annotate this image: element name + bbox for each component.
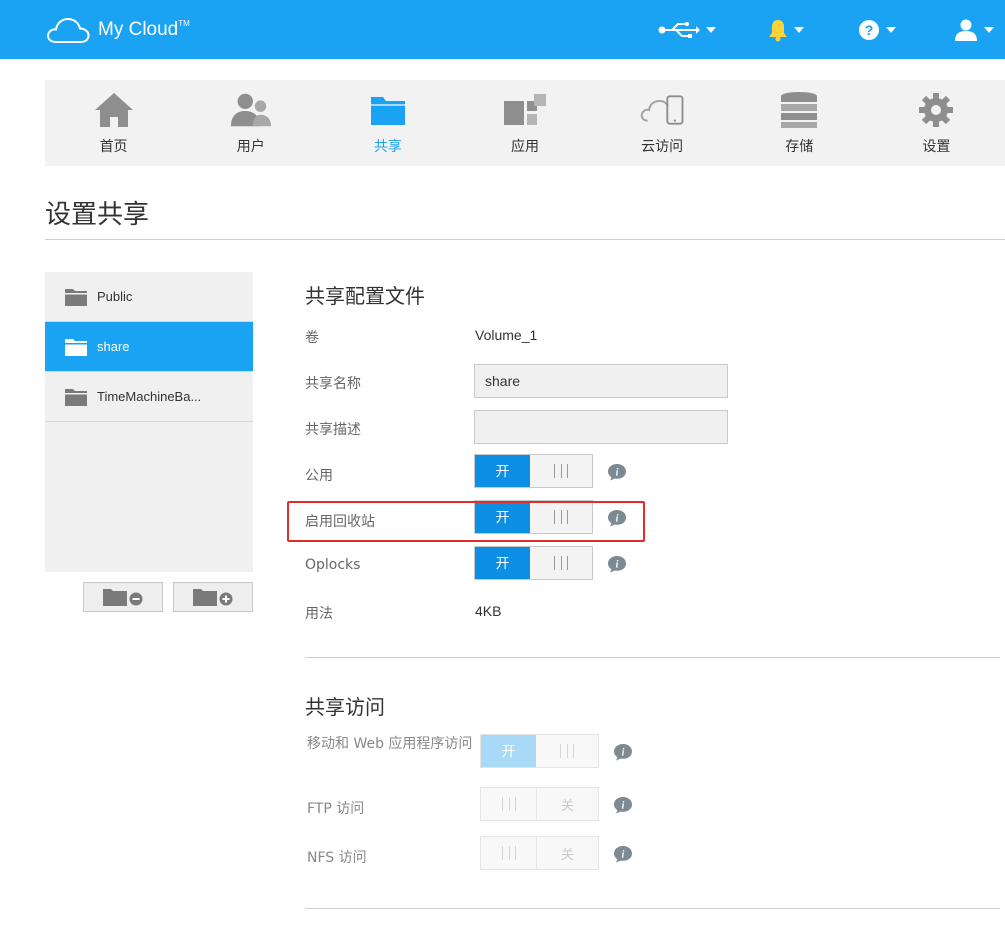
toggle-grip bbox=[536, 735, 598, 767]
share-name: share bbox=[97, 339, 130, 354]
nav-item-cloud-access[interactable]: 云访问 bbox=[594, 80, 731, 166]
svg-text:i: i bbox=[622, 801, 625, 812]
nav-item-home[interactable]: 首页 bbox=[45, 80, 182, 166]
nav-label: 存储 bbox=[785, 139, 814, 155]
oplocks-toggle[interactable]: 开 bbox=[474, 546, 593, 580]
mobile-web-access-toggle[interactable]: 开 bbox=[480, 734, 599, 768]
nav-item-shares[interactable]: 共享 bbox=[319, 80, 456, 166]
share-list-item-public[interactable]: Public bbox=[45, 272, 253, 322]
share-list-item-timemachine[interactable]: TimeMachineBa... bbox=[45, 372, 253, 422]
page-title: 设置共享 bbox=[45, 200, 150, 230]
user-menu[interactable] bbox=[954, 14, 994, 46]
svg-text:i: i bbox=[616, 468, 619, 479]
chevron-down-icon bbox=[794, 27, 804, 33]
nfs-access-toggle[interactable]: 关 bbox=[480, 836, 599, 870]
gear-icon bbox=[914, 90, 958, 130]
divider bbox=[305, 657, 1000, 658]
bell-icon bbox=[769, 20, 787, 42]
nav-item-users[interactable]: 用户 bbox=[182, 80, 319, 166]
chevron-down-icon bbox=[706, 27, 716, 33]
logo[interactable]: My CloudTM bbox=[46, 16, 190, 44]
share-name-field[interactable]: share bbox=[474, 364, 728, 398]
share-description-label: 共享描述 bbox=[305, 422, 361, 438]
nfs-access-label: NFS 访问 bbox=[307, 850, 367, 866]
chevron-down-icon bbox=[984, 27, 994, 33]
svg-text:?: ? bbox=[865, 22, 874, 38]
section-title-access: 共享访问 bbox=[305, 695, 385, 719]
svg-text:i: i bbox=[622, 850, 625, 861]
toggle-on-label: 开 bbox=[481, 735, 536, 767]
nav-item-settings[interactable]: 设置 bbox=[868, 80, 1005, 166]
nav-item-storage[interactable]: 存储 bbox=[731, 80, 868, 166]
nav-label: 云访问 bbox=[641, 139, 684, 155]
share-name-label: 共享名称 bbox=[305, 376, 361, 392]
top-bar: My CloudTM ? bbox=[0, 0, 1005, 59]
notifications-menu[interactable] bbox=[768, 14, 804, 46]
oplocks-label: Oplocks bbox=[305, 557, 361, 573]
chevron-down-icon bbox=[886, 27, 896, 33]
ftp-access-label: FTP 访问 bbox=[307, 801, 365, 817]
nav-label: 用户 bbox=[236, 139, 265, 155]
folder-icon bbox=[65, 338, 87, 356]
public-toggle[interactable]: 开 bbox=[474, 454, 593, 488]
folder-plus-icon bbox=[193, 589, 233, 606]
cloud-access-icon bbox=[640, 90, 684, 130]
folder-minus-icon bbox=[103, 589, 143, 606]
toggle-grip bbox=[530, 455, 592, 487]
usb-menu[interactable] bbox=[658, 14, 716, 46]
users-icon bbox=[229, 90, 273, 130]
share-description-field[interactable] bbox=[474, 410, 728, 444]
user-icon bbox=[955, 19, 977, 41]
usage-label: 用法 bbox=[305, 606, 333, 622]
toggle-off-label: 关 bbox=[536, 788, 598, 820]
toggle-on-label: 开 bbox=[475, 547, 530, 579]
add-share-button[interactable] bbox=[173, 582, 253, 612]
info-icon[interactable]: i bbox=[613, 796, 633, 814]
public-label: 公用 bbox=[305, 468, 333, 484]
divider bbox=[45, 239, 1005, 240]
folder-icon bbox=[65, 288, 87, 306]
nav-item-apps[interactable]: 应用 bbox=[456, 80, 593, 166]
share-list: Public share TimeMachineBa... bbox=[45, 272, 253, 572]
info-icon[interactable]: i bbox=[613, 743, 633, 761]
svg-text:i: i bbox=[622, 748, 625, 759]
nav-label: 共享 bbox=[373, 139, 402, 155]
nav-label: 首页 bbox=[99, 139, 128, 155]
share-name: TimeMachineBa... bbox=[97, 389, 202, 404]
info-icon[interactable]: i bbox=[607, 555, 627, 573]
usage-value: 4KB bbox=[475, 603, 502, 619]
remove-share-button[interactable] bbox=[83, 582, 163, 612]
svg-text:i: i bbox=[616, 560, 619, 571]
mobile-web-access-label: 移动和 Web 应用程序访问 bbox=[307, 736, 473, 752]
brand-name: My CloudTM bbox=[98, 19, 190, 40]
toggle-off-label: 关 bbox=[536, 837, 598, 869]
divider bbox=[305, 908, 1000, 909]
folder-icon bbox=[366, 90, 410, 130]
volume-label: 卷 bbox=[305, 330, 319, 346]
cloud-logo-icon bbox=[47, 17, 90, 43]
help-menu[interactable]: ? bbox=[858, 14, 896, 46]
storage-icon bbox=[777, 90, 821, 130]
highlight-annotation bbox=[287, 501, 645, 542]
toggle-grip bbox=[530, 547, 592, 579]
info-icon[interactable]: i bbox=[613, 845, 633, 863]
toggle-on-label: 开 bbox=[475, 455, 530, 487]
home-icon bbox=[92, 90, 136, 130]
volume-value: Volume_1 bbox=[475, 327, 538, 343]
ftp-access-toggle[interactable]: 关 bbox=[480, 787, 599, 821]
share-name: Public bbox=[97, 289, 133, 304]
usb-icon bbox=[658, 22, 700, 38]
main-nav: 首页 用户 共享 应用 云访问 存储 设置 bbox=[45, 80, 1005, 166]
apps-icon bbox=[503, 90, 547, 130]
nav-label: 设置 bbox=[922, 139, 951, 155]
nav-label: 应用 bbox=[510, 139, 539, 155]
toggle-grip bbox=[481, 837, 536, 869]
info-icon[interactable]: i bbox=[607, 463, 627, 481]
toggle-grip bbox=[481, 788, 536, 820]
section-title-profile: 共享配置文件 bbox=[305, 284, 425, 308]
share-list-item-share[interactable]: share bbox=[45, 322, 253, 372]
help-icon: ? bbox=[859, 20, 879, 40]
folder-icon bbox=[65, 388, 87, 406]
